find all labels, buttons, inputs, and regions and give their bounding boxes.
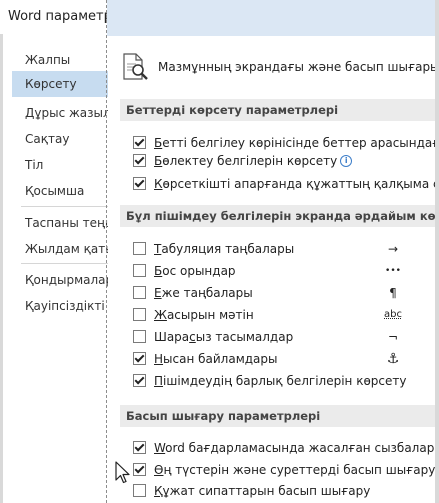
sidebar: Жалпы Көрсету Дұрыс жазылу Сақтау Тіл Қо… [3,34,108,503]
sidebar-divider [21,206,108,207]
checkbox[interactable] [133,484,146,497]
checkbox[interactable] [133,441,146,454]
option-show-white-space[interactable]: Бетті белгілеу көрінісінде беттер арасын… [133,134,435,152]
hidden-text-icon: abc [384,309,402,320]
option-print-document-properties[interactable]: Құжат сипаттарын басып шығару [133,482,435,500]
checkbox[interactable] [133,264,146,277]
window-frame-right [435,0,439,503]
sidebar-item-advanced[interactable]: Қосымша [12,178,108,204]
options-panel: Мазмұнның экрандағы және басып шығарылға… [108,36,435,503]
option-paragraph-marks[interactable]: Еже таңбалары ¶ [133,284,435,302]
sidebar-item-customize-ribbon[interactable]: Таспаны теңшеу [12,210,108,236]
document-magnifier-icon [123,53,148,80]
option-label: Табуляция таңбалары [154,242,295,256]
option-label: Құжат сипаттарын басып шығару [154,484,371,498]
snip-divider-line [106,0,107,503]
sidebar-item-addins[interactable]: Қондырмалар [12,267,108,293]
info-icon[interactable]: i [340,155,353,167]
sidebar-item-quick-access[interactable]: Жылдам қатынас [12,236,108,262]
option-label: Көрсеткішті апарғанда құжаттың қалқыма с… [154,177,435,191]
option-label: Өң түстерін және суреттерді басып шығару [154,463,435,477]
checkbox[interactable] [133,463,146,476]
option-label: Бетті белгілеу көрінісінде беттер арасын… [154,136,435,150]
option-object-anchors[interactable]: Нысан байламдары ⚓ [133,350,435,368]
option-hidden-text[interactable]: Жасырын мәтін abc [133,306,435,324]
anchor-icon: ⚓ [386,351,400,367]
option-show-tooltips[interactable]: Көрсеткішті апарғанда құжаттың қалқыма с… [133,175,435,193]
header-description: Мазмұнның экрандағы және басып шығарылға… [158,60,435,74]
checkbox[interactable] [133,374,146,387]
option-all-formatting-marks[interactable]: Пішімдеудің барлық белгілерін көрсету [133,372,435,390]
space-dots-icon: ••• [385,266,401,276]
option-label: Пішімдеудің барлық белгілерін көрсету [154,374,407,388]
optional-hyphen-icon: ¬ [387,330,399,344]
option-label: Жасырын мәтін [154,308,254,322]
option-label: Бос орындар [154,264,236,278]
sidebar-divider [21,263,108,264]
checkbox[interactable] [133,308,146,321]
option-tab-characters[interactable]: Табуляция таңбалары → [133,240,435,258]
section-formatting-marks: Бұл пішімдеу белгілерін экранда әрдайым … [120,205,435,227]
option-label: Шарасыз тасымалдар [154,330,294,344]
checkbox[interactable] [133,136,146,149]
checkbox[interactable] [133,330,146,343]
sidebar-item-language[interactable]: Тіл [12,152,108,178]
sidebar-item-display[interactable]: Көрсету [12,71,108,97]
option-label: Нысан байламдары [154,352,278,366]
mouse-cursor-icon [115,461,130,484]
checkbox[interactable] [133,352,146,365]
section-page-display: Беттерді көрсету параметрлері [120,99,435,121]
option-label: Word бағдарламасында жасалған сызбаларды… [154,441,435,455]
option-print-drawings[interactable]: Word бағдарламасында жасалған сызбаларды… [133,439,435,457]
sidebar-item-save[interactable]: Сақтау [12,126,108,152]
sidebar-item-trust-center[interactable]: Қауіпсіздікті басқару [12,293,108,319]
tab-arrow-icon: → [387,242,399,256]
option-label: Еже таңбалары [154,286,253,300]
option-show-highlighter[interactable]: Бөлектеу белгілерін көрсету i [133,152,435,170]
checkbox[interactable] [133,242,146,255]
sidebar-item-general[interactable]: Жалпы [12,47,108,73]
option-print-background[interactable]: Өң түстерін және суреттерді басып шығару [133,461,435,479]
checkbox[interactable] [133,177,146,190]
sidebar-item-proofing[interactable]: Дұрыс жазылу [12,100,108,126]
checkbox[interactable] [133,154,146,167]
option-label: Бөлектеу белгілерін көрсету i [154,152,353,170]
option-spaces[interactable]: Бос орындар ••• [133,262,435,280]
section-print: Басып шығару параметрлері [120,405,435,427]
option-optional-hyphens[interactable]: Шарасыз тасымалдар ¬ [133,328,435,346]
pilcrow-icon: ¶ [389,286,397,300]
faded-overlay [107,0,435,36]
panel-header: Мазмұнның экрандағы және басып шығарылға… [120,50,435,86]
checkbox[interactable] [133,286,146,299]
